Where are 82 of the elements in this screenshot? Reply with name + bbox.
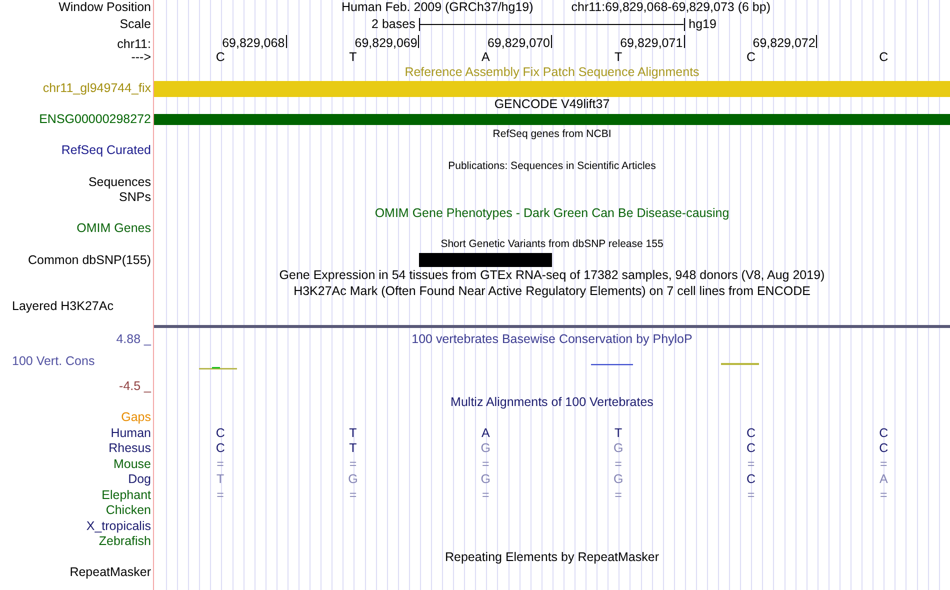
base-letter: = xyxy=(349,488,357,502)
base-letter: G xyxy=(348,472,358,486)
track-title: H3K27Ac Mark (Often Found Near Active Regulatory Elements) on 7 cell lines from ENCODE xyxy=(294,284,810,298)
track-title: Publications: Sequences in Scientific Articles xyxy=(448,160,656,172)
axis-max-label: 4.88 _ xyxy=(115,332,151,346)
track-title: Repeating Elements by RepeatMasker xyxy=(444,550,659,564)
base-letter: A xyxy=(481,426,490,440)
alignment-bar[interactable] xyxy=(154,80,950,96)
base-letter: C xyxy=(746,472,756,486)
track-label[interactable]: RepeatMasker xyxy=(70,565,151,579)
database-label: hg19 xyxy=(688,17,716,31)
variant-bar[interactable] xyxy=(419,252,552,266)
coordinate-label: 69,829,071 xyxy=(620,36,684,50)
track-label[interactable]: 100 Vert. Cons xyxy=(0,354,151,368)
species-label[interactable]: Elephant xyxy=(102,488,151,502)
base-letter: A xyxy=(879,472,888,486)
base-letter: C xyxy=(746,426,756,440)
base-letter: = xyxy=(349,456,357,470)
base-letter: C xyxy=(746,50,756,64)
coordinate-label: 69,829,070 xyxy=(487,36,551,50)
base-letter: = xyxy=(747,456,755,470)
base-letter: = xyxy=(614,488,622,502)
coordinate-label: 69,829,072 xyxy=(752,36,816,50)
base-letter: = xyxy=(216,456,224,470)
base-letter: = xyxy=(747,488,755,502)
base-letter: T xyxy=(349,426,357,440)
track-label: Scale xyxy=(120,17,151,31)
base-letter: C xyxy=(216,426,225,440)
base-letter: C xyxy=(879,441,888,455)
species-label[interactable]: X_tropicalis xyxy=(86,518,151,532)
base-letter: T xyxy=(349,441,357,455)
species-label[interactable]: Rhesus xyxy=(108,441,151,455)
base-letter: = xyxy=(880,456,888,470)
coordinate-label: 69,829,068 xyxy=(222,36,286,50)
track-title: OMIM Gene Phenotypes - Dark Green Can Be Disease-causing xyxy=(374,206,730,220)
base-letter: = xyxy=(880,488,888,502)
track-title: Short Genetic Variants from dbSNP release 155 xyxy=(440,238,664,250)
species-label[interactable]: Zebrafish xyxy=(98,534,151,548)
base-letter: C xyxy=(879,426,888,440)
base-letter: C xyxy=(879,50,888,64)
track-title: Multiz Alignments of 100 Vertebrates xyxy=(450,394,654,408)
base-letter: G xyxy=(613,441,624,455)
track-title: 100 vertebrates Basewise Conservation by PhyloP xyxy=(412,332,692,346)
species-label[interactable]: Mouse xyxy=(113,456,151,470)
base-letter: = xyxy=(482,456,490,470)
base-letter: T xyxy=(614,426,622,440)
position-label: chr11:69,829,068-69,829,073 (6 bp) xyxy=(571,0,770,15)
base-letter: C xyxy=(216,441,225,455)
track-label: chr11: xyxy=(117,37,151,51)
track-label[interactable]: RefSeq Curated xyxy=(61,143,151,157)
axis-min-label: -4.5 _ xyxy=(118,378,151,394)
base-letter: = xyxy=(216,488,224,502)
base-letter: G xyxy=(480,441,491,455)
track-label[interactable]: Common dbSNP(155) xyxy=(28,252,151,266)
track-label[interactable]: OMIM Genes xyxy=(76,221,151,235)
species-label[interactable]: Chicken xyxy=(106,503,151,517)
track-label[interactable]: Layered H3K27Ac xyxy=(12,299,114,313)
track-label: Window Position xyxy=(58,0,151,14)
base-letter: G xyxy=(480,472,491,486)
coordinate-label: 69,829,069 xyxy=(354,36,418,50)
base-letter: T xyxy=(614,50,622,64)
base-letter: C xyxy=(746,441,756,455)
track-title: Gene Expression in 54 tissues from GTEx RNA-seq of 17382 samples, 948 donors (V8, Aug 2019) xyxy=(279,268,825,282)
strand-label: ---> xyxy=(131,50,151,64)
base-letter: = xyxy=(482,488,490,502)
track-label[interactable]: SNPs xyxy=(119,190,151,204)
assembly-label: Human Feb. 2009 (GRCh37/hg19) xyxy=(341,0,534,15)
base-letter: C xyxy=(216,50,225,64)
track-label[interactable]: Sequences xyxy=(88,174,151,188)
gene-bar[interactable] xyxy=(154,114,950,125)
base-letter: T xyxy=(349,50,357,64)
track-title: GENCODE V49lift37 xyxy=(494,96,610,110)
track-title: Reference Assembly Fix Patch Sequence Alignments xyxy=(404,65,700,79)
track-title: RefSeq genes from NCBI xyxy=(492,128,612,140)
base-letter: A xyxy=(481,50,490,64)
base-letter: T xyxy=(216,472,224,486)
scale-text: 2 bases xyxy=(372,17,416,31)
species-label[interactable]: Human xyxy=(110,426,151,440)
species-label[interactable]: Dog xyxy=(128,472,151,486)
track-label[interactable]: ENSG00000298272 xyxy=(39,112,151,126)
base-letter: = xyxy=(614,456,622,470)
base-letter: G xyxy=(613,472,624,486)
